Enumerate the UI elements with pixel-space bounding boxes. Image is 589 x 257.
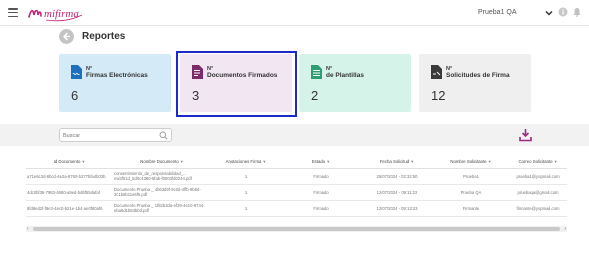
reports-table: Id Documento▼ Nombre Documento▼ Anotacio…	[26, 156, 567, 217]
card-label: Solicitudes de Firma	[446, 72, 510, 79]
column-header[interactable]: Nombre Documento▼	[113, 156, 211, 169]
sort-icon: ▼	[179, 159, 184, 165]
table-row[interactable]: a71e6c3d-8bcd-4e2a-8760-b277bfa4b03b con…	[26, 168, 567, 185]
scroll-left-icon[interactable]: ‹	[27, 226, 29, 232]
cell-status: Firmado	[281, 168, 361, 185]
cell-document-name: consentimiento_de_responsabilidad_... nw…	[113, 168, 211, 185]
user-name: Prueba1 QA	[478, 9, 517, 16]
horizontal-scrollbar[interactable]: ‹ ›	[26, 226, 567, 232]
search-box	[59, 128, 172, 142]
cell-requester-name: Prueba QA	[433, 184, 509, 201]
cell-document-name: Documento Prueba _ 4b63d9f-9c0d-4ffb-9b0…	[113, 184, 211, 201]
sort-icon: ▼	[262, 159, 267, 165]
cell-requester-name: Firmante	[433, 200, 509, 217]
cell-requester-email: prueba1@yopmail.com	[509, 168, 567, 185]
top-bar: mifirma Prueba1 QA	[0, 0, 589, 26]
table-row[interactable]: 8fd8ed2f-f9e3-4ec0-b21e-1b4-ae0f60af6 Do…	[26, 200, 567, 217]
download-icon[interactable]	[519, 128, 532, 142]
request-signature-icon	[431, 65, 442, 79]
chevron-down-icon[interactable]	[544, 8, 554, 18]
cell-requester-name: Prueba1	[433, 168, 509, 185]
template-icon	[311, 65, 322, 79]
search-input[interactable]	[63, 131, 159, 140]
card-value: 2	[311, 88, 319, 103]
column-header[interactable]: Fecha Solicitud▼	[361, 156, 433, 169]
cell-date: 12/07/2024 - 09:13:23	[361, 200, 433, 217]
column-header[interactable]: Id Documento▼	[26, 156, 113, 169]
scrollbar-thumb[interactable]	[33, 227, 560, 231]
cell-status: Firmado	[281, 200, 361, 217]
cell-id: 4dc0bf36-7983-4680-a9ed-bd6f55dafaf	[26, 184, 113, 201]
signature-doc-icon	[71, 65, 82, 79]
cell-status: Firmado	[281, 184, 361, 201]
column-header[interactable]: Estado▼	[281, 156, 361, 169]
table-row[interactable]: 4dc0bf36-7983-4680-a9ed-bd6f55dafaf Docu…	[26, 184, 567, 201]
bell-icon[interactable]	[572, 7, 582, 17]
sort-icon: ▼	[487, 159, 492, 165]
cell-date: 12/07/2024 - 09:11:22	[361, 184, 433, 201]
column-header[interactable]: Nombre Solicitante▼	[433, 156, 509, 169]
column-header[interactable]: Anotaciones Firma▼	[211, 156, 281, 169]
back-arrow-icon[interactable]	[59, 29, 74, 44]
sort-icon: ▼	[81, 159, 86, 165]
card-solicitudes-firma[interactable]: N° Solicitudes de Firma 12	[419, 54, 531, 112]
mifirma-logo[interactable]: mifirma	[26, 3, 84, 23]
info-icon[interactable]	[558, 7, 568, 17]
cell-requester-email: pruebaqa@gmail.com	[509, 184, 567, 201]
menu-icon[interactable]	[8, 8, 18, 17]
cell-annotations: 1	[211, 184, 281, 201]
table-header-row: Id Documento▼ Nombre Documento▼ Anotacio…	[26, 156, 567, 169]
cell-annotations: 1	[211, 168, 281, 185]
sort-icon: ▼	[553, 159, 558, 165]
search-icon[interactable]	[159, 131, 168, 140]
scroll-right-icon[interactable]: ›	[564, 226, 566, 232]
card-firmas-electronicas[interactable]: N° Firmas Electrónicas 6	[59, 54, 171, 112]
card-value: 6	[71, 88, 79, 103]
column-header[interactable]: Correo Solicitante▼	[509, 156, 567, 169]
page-title: Reportes	[82, 31, 126, 42]
cell-annotations: 1	[211, 200, 281, 217]
cell-id: a71e6c3d-8bcd-4e2a-8760-b277bfa4b03b	[26, 168, 113, 185]
card-plantillas[interactable]: N° de Plantillas 2	[299, 54, 411, 112]
selection-highlight	[176, 51, 297, 117]
cell-document-name: Documento Prueba _ 1f82b3da-ef29-4e10-97…	[113, 200, 211, 217]
card-value: 12	[431, 88, 446, 103]
cell-requester-email: firmante@yopmail.com	[509, 200, 567, 217]
cell-id: 8fd8ed2f-f9e3-4ec0-b21e-1b4-ae0f60af6	[26, 200, 113, 217]
card-label: Firmas Electrónicas	[86, 72, 148, 79]
cell-date: 25/07/2024 - 02:32:50	[361, 168, 433, 185]
sort-icon: ▼	[410, 159, 415, 165]
card-label: de Plantillas	[326, 72, 364, 79]
sort-icon: ▼	[326, 159, 331, 165]
